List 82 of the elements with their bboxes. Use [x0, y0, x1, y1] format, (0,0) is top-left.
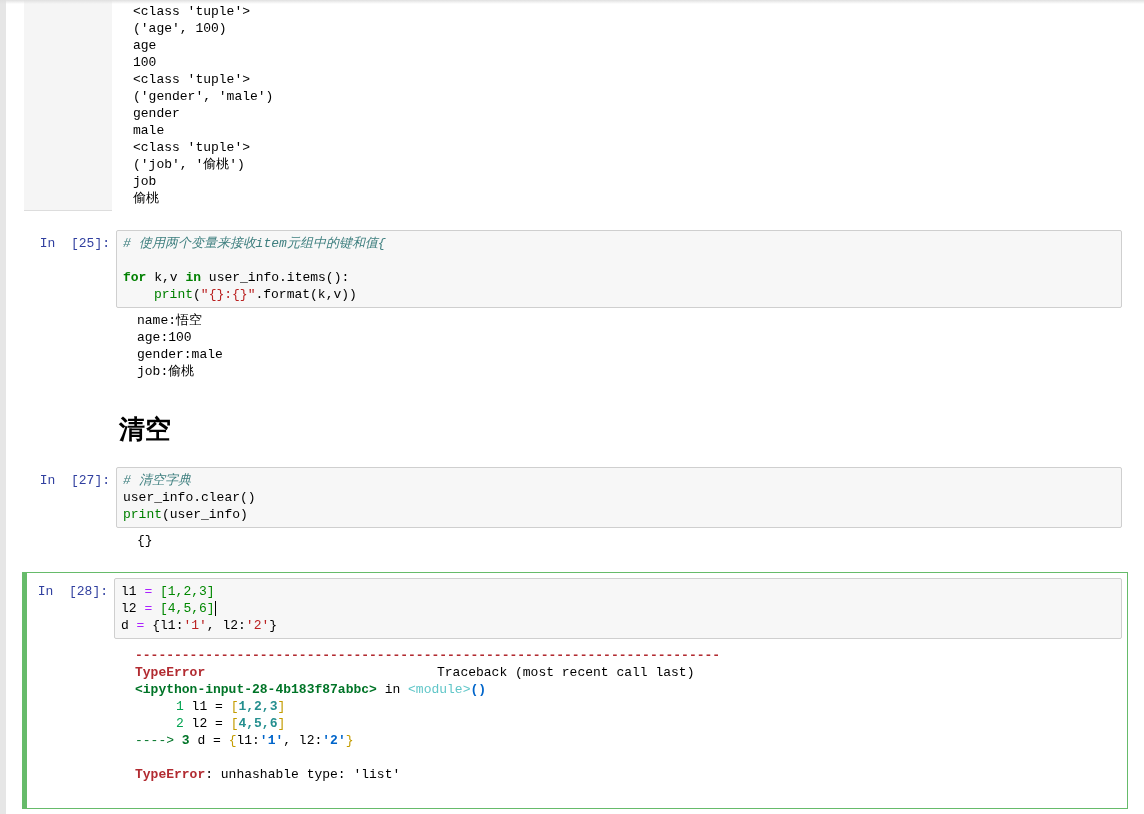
code-text: (user_info) [162, 506, 248, 523]
code-input[interactable]: l1 = [1,2,3] l2 = [4,5,6] d = {l1:'1', l2:'2'} [114, 578, 1122, 639]
code-text: "{}:{}" [200, 286, 256, 303]
markdown-heading: 清空 [119, 413, 172, 446]
code-text: print [123, 506, 162, 523]
cell-prompt: In [28]: [37, 584, 108, 599]
output-text: {} [137, 533, 153, 548]
code-text: {l1: [151, 617, 184, 634]
traceback-text: () [470, 682, 487, 697]
output-text: gender [133, 106, 180, 121]
traceback-text: } [345, 733, 354, 748]
output-text: ('job', '偷桃') [133, 157, 245, 172]
output-text: <class 'tuple'> [133, 72, 251, 87]
code-text: '1' [183, 617, 207, 634]
traceback-text: : unhashable type: 'list' [205, 767, 401, 782]
output-text: <class 'tuple'> [133, 4, 251, 19]
code-text: '2' [245, 617, 270, 634]
output-text: age [133, 38, 157, 53]
code-text: print [154, 286, 193, 303]
output-text: ('gender', 'male') [133, 89, 274, 104]
code-text: , l2: [206, 617, 246, 634]
output-text: gender:male [137, 347, 223, 362]
cell-prompt: In [27]: [39, 473, 110, 488]
code-text: d [121, 617, 130, 634]
output-text: name:悟空 [137, 313, 202, 328]
traceback-text: l1 = [190, 699, 224, 714]
traceback-text: in [383, 682, 402, 697]
code-cell[interactable]: In [27]: # 清空字典 user_info.clear() print(user_info) {} [24, 461, 1128, 559]
traceback-text: 1,2,3 [238, 699, 278, 714]
traceback-text: <module> [408, 682, 471, 697]
traceback-text: 1 [176, 699, 184, 714]
traceback-text: '1' [259, 733, 284, 748]
traceback-text: d = [196, 733, 222, 748]
traceback-text: [ [230, 699, 239, 714]
code-text: } [269, 617, 278, 634]
code-text: = [136, 617, 145, 634]
code-text: for [123, 269, 147, 286]
code-text: [4,5,6] [159, 600, 215, 617]
traceback-text: 4,5,6 [238, 716, 278, 731]
error-text: TypeError [135, 665, 206, 680]
code-text: l2 [121, 600, 138, 617]
traceback-text: ] [277, 699, 286, 714]
code-text: l1 [121, 583, 138, 600]
code-text: k,v [153, 269, 179, 286]
traceback-text: ----> [135, 733, 174, 748]
code-text: # 使用两个变量来接收item元组中的键和值{ [123, 235, 386, 252]
traceback-text: [ [230, 716, 239, 731]
output-text: ('age', 100) [133, 21, 227, 36]
output-text: job [133, 174, 157, 189]
code-input[interactable]: # 使用两个变量来接收item元组中的键和值{ for k,v in user_info.items(): print("{}:{}".format(k,v)) [116, 230, 1122, 308]
traceback-text: TypeError [135, 767, 206, 782]
traceback-text: --------------------------------------------------------------------------- [135, 648, 721, 663]
output-text: job:偷桃 [137, 364, 195, 379]
text-cursor [214, 601, 216, 616]
traceback-text: l2 = [190, 716, 224, 731]
output-text: <class 'tuple'> [133, 140, 251, 155]
output-text: age:100 [137, 330, 192, 345]
traceback-text: 3 [180, 733, 190, 748]
traceback-text: , l2: [283, 733, 323, 748]
code-text: .format(k,v)) [255, 286, 357, 303]
code-text: [1,2,3] [159, 583, 215, 600]
code-text: user_info.clear() [123, 489, 256, 506]
code-text: in [185, 269, 202, 286]
traceback-text: ] [277, 716, 286, 731]
traceback-text: <ipython-input-28-4b183f87abbc> [135, 682, 377, 697]
code-text: ( [193, 286, 201, 303]
code-text: = [144, 583, 153, 600]
traceback-text: { [228, 733, 237, 748]
traceback-text: l1: [236, 733, 260, 748]
output-text: male [133, 123, 165, 138]
cell-prompt: In [25]: [39, 236, 110, 251]
code-text: # 清空字典 [123, 472, 191, 489]
code-cell[interactable]: In [25]: # 使用两个变量来接收item元组中的键和值{ for k,v in user_info.items(): print("{}:{}".format(k,v)) name:悟空 age:100 gender:male job:偷桃 [24, 224, 1128, 390]
code-text: = [144, 600, 153, 617]
code-input[interactable]: # 清空字典 user_info.clear() print(user_info) [116, 467, 1122, 528]
output-text: 100 [133, 55, 157, 70]
traceback-text: 2 [176, 716, 184, 731]
output-text: 偷桃 [133, 191, 159, 206]
selected-cell[interactable] [22, 572, 1128, 809]
code-text: user_info.items(): [207, 269, 350, 286]
traceback-text: '2' [322, 733, 346, 748]
error-text: Traceback (most recent call last) [437, 664, 695, 681]
